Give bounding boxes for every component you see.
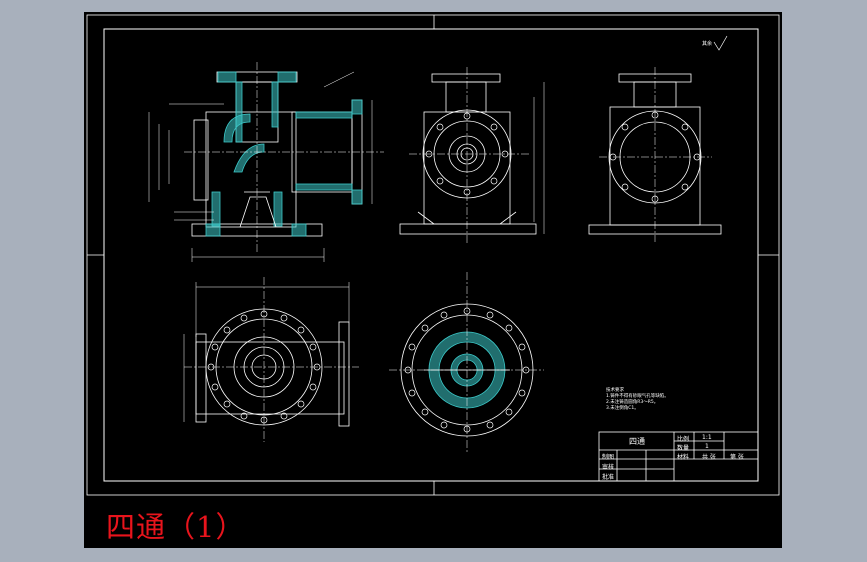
roughness-note: 其余 bbox=[702, 41, 713, 47]
drawing-sheet: 四通 比例 1:1 数量 1 材料 共 张 第 张 制图 审核 批准 技术要求 … bbox=[84, 12, 782, 548]
bottom-view bbox=[389, 272, 544, 452]
front-section-view bbox=[148, 62, 384, 262]
title-block-lines bbox=[598, 431, 759, 482]
top-view bbox=[183, 277, 359, 442]
roughness-symbol bbox=[713, 35, 728, 51]
technical-notes: 技术要求 1.铸件不得有砂眼气孔等缺陷。 2.未注铸造圆角R3～R5。 3.未注… bbox=[606, 388, 669, 412]
note-line: 3.未注倒角C1。 bbox=[606, 406, 639, 411]
outer-border bbox=[86, 14, 780, 496]
right-side-view bbox=[588, 67, 722, 242]
hatch-section bbox=[205, 71, 363, 237]
side-view bbox=[399, 67, 545, 244]
inner-border bbox=[103, 28, 759, 482]
drawing-caption: 四通（1） bbox=[106, 510, 246, 544]
cad-drawing bbox=[86, 14, 780, 496]
